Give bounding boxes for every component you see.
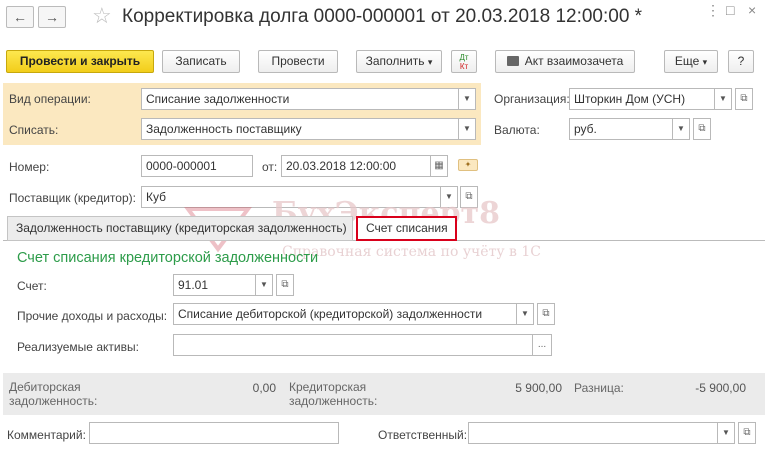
currency-label: Валюта:	[494, 123, 540, 137]
responsible-open-button[interactable]: ⧉	[738, 422, 756, 444]
account-open-button[interactable]: ⧉	[276, 274, 294, 296]
other-income-label: Прочие доходы и расходы:	[17, 309, 168, 323]
other-income-open-button[interactable]: ⧉	[537, 303, 555, 325]
calendar-button[interactable]: ▦	[430, 155, 448, 177]
date-field[interactable]: 20.03.2018 12:00:00	[281, 155, 431, 177]
dropdown-arrow-icon: ▼	[722, 428, 730, 437]
operation-field[interactable]: Списание задолженности	[141, 88, 459, 110]
currency-dropdown-button[interactable]: ▼	[672, 118, 690, 140]
forward-button[interactable]: →	[38, 6, 66, 28]
arrow-left-icon: ←	[13, 9, 27, 25]
fill-button[interactable]: Заполнить ▾	[356, 50, 442, 73]
close-icon[interactable]: ×	[748, 2, 756, 18]
window-title: Корректировка долга 0000-000001 от 20.03…	[122, 6, 643, 27]
comment-label: Комментарий:	[7, 428, 86, 442]
post-button[interactable]: Провести	[258, 50, 338, 73]
debit-label: Дебиторская задолженность:	[9, 380, 97, 408]
help-button[interactable]: ?	[728, 50, 754, 73]
organization-open-button[interactable]: ⧉	[735, 88, 753, 110]
debit-value: 0,00	[252, 381, 276, 395]
tab-supplier-debt[interactable]: Задолженность поставщику (кредиторская з…	[7, 216, 353, 241]
favorite-star-icon[interactable]: ☆	[92, 3, 112, 29]
calendar-icon: ▦	[434, 160, 444, 171]
number-field[interactable]: 0000-000001	[141, 155, 253, 177]
difference-label: Разница:	[574, 381, 624, 395]
debit-label-line2: задолженность:	[9, 394, 98, 408]
supplier-label: Поставщик (кредитор):	[9, 191, 136, 205]
assets-select-button[interactable]: ...	[532, 334, 552, 356]
kebab-menu-icon[interactable]: ⋮	[706, 2, 720, 19]
dropdown-arrow-icon: ▼	[719, 94, 727, 103]
section-title: Счет списания кредиторской задолженности	[17, 250, 319, 266]
credit-label: Кредиторская задолженность:	[289, 380, 377, 408]
save-button[interactable]: Записать	[162, 50, 240, 73]
open-icon: ⧉	[698, 123, 706, 134]
writeoff-field[interactable]: Задолженность поставщику	[141, 118, 459, 140]
open-icon: ⧉	[743, 427, 751, 438]
back-button[interactable]: ←	[6, 6, 34, 28]
date-label: от:	[262, 160, 278, 174]
operation-dropdown-button[interactable]: ▼	[458, 88, 476, 110]
assets-field[interactable]	[173, 334, 533, 356]
dropdown-arrow-icon: ▼	[260, 280, 268, 289]
credit-label-line2: задолженность:	[289, 394, 378, 408]
watermark-tagline: Справочная система по учёту в 1С	[282, 244, 541, 260]
account-dropdown-button[interactable]: ▼	[255, 274, 273, 296]
chevron-down-icon: ▾	[702, 57, 708, 67]
recalc-icon[interactable]: ✦	[458, 159, 478, 171]
more-button[interactable]: Еще ▾	[664, 50, 718, 73]
currency-open-button[interactable]: ⧉	[693, 118, 711, 140]
post-and-close-button[interactable]: Провести и закрыть	[6, 50, 154, 73]
maximize-icon[interactable]: □	[726, 2, 734, 18]
responsible-dropdown-button[interactable]: ▼	[717, 422, 735, 444]
account-label: Счет:	[17, 279, 47, 293]
writeoff-label: Списать:	[9, 123, 59, 137]
currency-field[interactable]: руб.	[569, 118, 673, 140]
difference-value: -5 900,00	[695, 381, 746, 395]
dropdown-arrow-icon: ▼	[463, 124, 471, 133]
ellipsis-icon: ...	[537, 339, 547, 350]
more-button-label: Еще	[674, 54, 700, 68]
dt-kt-button[interactable]: Дт Кт	[451, 50, 477, 73]
assets-label: Реализуемые активы:	[17, 340, 139, 354]
writeoff-dropdown-button[interactable]: ▼	[458, 118, 476, 140]
comment-field[interactable]	[89, 422, 339, 444]
dropdown-arrow-icon: ▼	[677, 124, 685, 133]
operation-label: Вид операции:	[9, 92, 91, 106]
organization-label: Организация:	[494, 92, 570, 106]
printer-icon	[506, 56, 519, 66]
dt-icon: Дт	[459, 53, 469, 62]
tab-writeoff-account[interactable]: Счет списания	[356, 216, 457, 241]
open-icon: ⧉	[542, 308, 550, 319]
act-mutual-offset-button[interactable]: Акт взаимозачета	[495, 50, 635, 73]
responsible-field[interactable]	[468, 422, 718, 444]
credit-value: 5 900,00	[515, 381, 562, 395]
chevron-down-icon: ▾	[427, 57, 433, 67]
dropdown-arrow-icon: ▼	[521, 309, 529, 318]
organization-field[interactable]: Шторкин Дом (УСН)	[569, 88, 715, 110]
dropdown-arrow-icon: ▼	[463, 94, 471, 103]
open-icon: ⧉	[281, 279, 289, 290]
other-income-dropdown-button[interactable]: ▼	[516, 303, 534, 325]
responsible-label: Ответственный:	[378, 428, 468, 442]
organization-dropdown-button[interactable]: ▼	[714, 88, 732, 110]
arrow-right-icon: →	[45, 9, 59, 25]
fill-button-label: Заполнить	[365, 54, 425, 68]
other-income-field[interactable]: Списание дебиторской (кредиторской) задо…	[173, 303, 517, 325]
open-icon: ⧉	[740, 93, 748, 104]
credit-label-line1: Кредиторская	[289, 380, 367, 394]
kt-icon: Кт	[459, 62, 469, 71]
number-label: Номер:	[9, 160, 50, 174]
debit-label-line1: Дебиторская	[9, 380, 81, 394]
act-button-label: Акт взаимозачета	[524, 54, 624, 68]
account-field[interactable]: 91.01	[173, 274, 256, 296]
